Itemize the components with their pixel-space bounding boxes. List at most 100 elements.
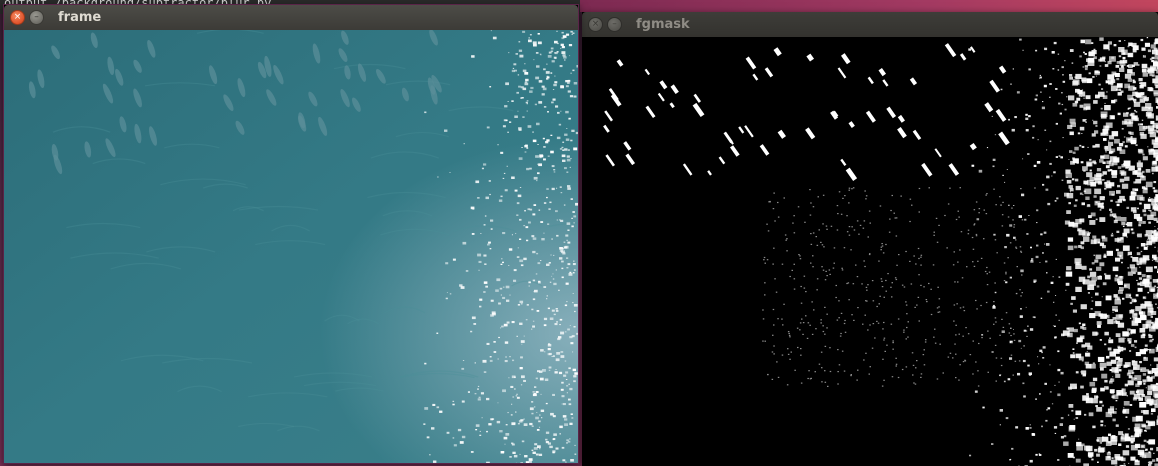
glare-sparkle xyxy=(523,257,527,261)
mask-blob xyxy=(1151,408,1156,412)
mask-noise xyxy=(915,263,917,265)
mask-blob xyxy=(1113,294,1118,298)
mask-blob xyxy=(1058,319,1060,321)
mask-blob xyxy=(1147,146,1149,148)
mask-blob xyxy=(1074,100,1079,104)
mask-noise xyxy=(977,385,980,387)
mask-blob xyxy=(1119,178,1125,183)
frame-titlebar[interactable]: × – frame xyxy=(4,5,578,30)
glare-sparkle xyxy=(565,138,570,141)
mask-blob xyxy=(1107,60,1112,65)
mask-blob xyxy=(1108,141,1114,146)
mask-blob xyxy=(1123,463,1126,465)
mask-blob xyxy=(1104,105,1111,111)
mask-blob xyxy=(1093,120,1098,125)
mask-blob xyxy=(1152,78,1158,84)
glare-sparkle xyxy=(528,221,531,224)
glare-sparkle xyxy=(531,401,534,403)
mask-blob xyxy=(1072,309,1077,313)
mask-blob xyxy=(1134,377,1137,380)
mask-blob xyxy=(1140,123,1143,126)
mask-blob xyxy=(1153,357,1158,362)
mask-blob xyxy=(1013,329,1014,330)
glare-sparkle xyxy=(546,78,549,80)
mask-blob xyxy=(1125,445,1130,448)
mask-blob xyxy=(1071,62,1074,64)
mask-blob xyxy=(992,165,995,168)
close-button[interactable]: × xyxy=(10,10,25,25)
mask-blob xyxy=(1051,175,1053,177)
mask-blob xyxy=(1092,119,1094,121)
mask-noise xyxy=(952,357,954,359)
glare-sparkle xyxy=(500,294,502,296)
mask-noise xyxy=(925,299,928,301)
mask-blob xyxy=(1101,404,1104,407)
glare-sparkle xyxy=(526,103,528,105)
mask-blob xyxy=(1052,68,1055,70)
mask-blob xyxy=(1068,404,1074,408)
mask-noise xyxy=(783,197,785,199)
mask-noise xyxy=(777,318,779,320)
glare-sparkle xyxy=(564,304,568,307)
mask-noise xyxy=(883,321,885,324)
mask-blob xyxy=(1133,101,1136,103)
glare-sparkle xyxy=(568,117,571,120)
mask-blob xyxy=(1115,333,1121,337)
mask-blob xyxy=(1099,339,1102,341)
glare-sparkle xyxy=(509,456,512,458)
glare-sparkle xyxy=(574,372,578,375)
glare-sparkle xyxy=(439,410,443,413)
mask-blob xyxy=(1127,107,1130,110)
glare-sparkle xyxy=(529,90,533,93)
mask-noise xyxy=(812,255,814,257)
frame-window[interactable]: × – frame xyxy=(3,4,579,464)
mask-noise xyxy=(901,284,904,286)
mask-noise xyxy=(957,210,959,212)
mask-noise xyxy=(956,303,958,305)
glare-sparkle xyxy=(553,254,555,256)
close-button[interactable]: × xyxy=(588,17,603,32)
mask-noise xyxy=(920,373,923,375)
mask-blob xyxy=(1116,88,1118,91)
mask-noise xyxy=(938,298,941,300)
glare-sparkle xyxy=(475,424,480,427)
mask-blob xyxy=(1085,342,1091,347)
mask-blob xyxy=(1108,140,1110,142)
mask-blob xyxy=(1134,109,1136,112)
mask-blob xyxy=(1130,207,1137,212)
mask-blob xyxy=(1055,156,1058,158)
mask-blob xyxy=(1036,161,1041,164)
mask-blob xyxy=(1153,391,1158,398)
mask-blob xyxy=(1117,199,1123,203)
mask-noise xyxy=(954,343,956,345)
mask-noise xyxy=(885,290,887,292)
mask-blob xyxy=(1145,243,1148,246)
mask-noise xyxy=(839,335,842,337)
mask-noise xyxy=(989,337,991,339)
mask-blob xyxy=(1124,338,1126,339)
glare-sparkle xyxy=(532,320,535,322)
fgmask-window[interactable]: × – fgmask xyxy=(582,12,1158,466)
mask-blob xyxy=(1151,161,1158,166)
minimize-button[interactable]: – xyxy=(607,17,622,32)
glare-sparkle xyxy=(549,445,553,449)
minimize-button[interactable]: – xyxy=(29,10,44,25)
mask-blob xyxy=(1069,74,1073,77)
mask-blob xyxy=(1109,337,1111,339)
mask-blob xyxy=(1123,408,1130,414)
mask-blob xyxy=(1095,301,1102,307)
mask-blob xyxy=(1112,306,1118,311)
mask-blob xyxy=(1053,301,1055,303)
glare-sparkle xyxy=(572,293,574,294)
mask-blob xyxy=(1138,428,1143,433)
fgmask-titlebar[interactable]: × – fgmask xyxy=(582,12,1158,37)
glare-sparkle xyxy=(564,360,567,362)
glare-sparkle xyxy=(547,442,551,445)
glare-sparkle xyxy=(515,233,517,234)
glare-sparkle xyxy=(521,343,523,345)
mask-noise xyxy=(907,336,909,338)
mask-blob xyxy=(1144,301,1151,306)
glare-sparkle xyxy=(562,459,566,462)
glare-sparkle xyxy=(480,392,484,395)
glare-sparkle xyxy=(560,110,562,112)
